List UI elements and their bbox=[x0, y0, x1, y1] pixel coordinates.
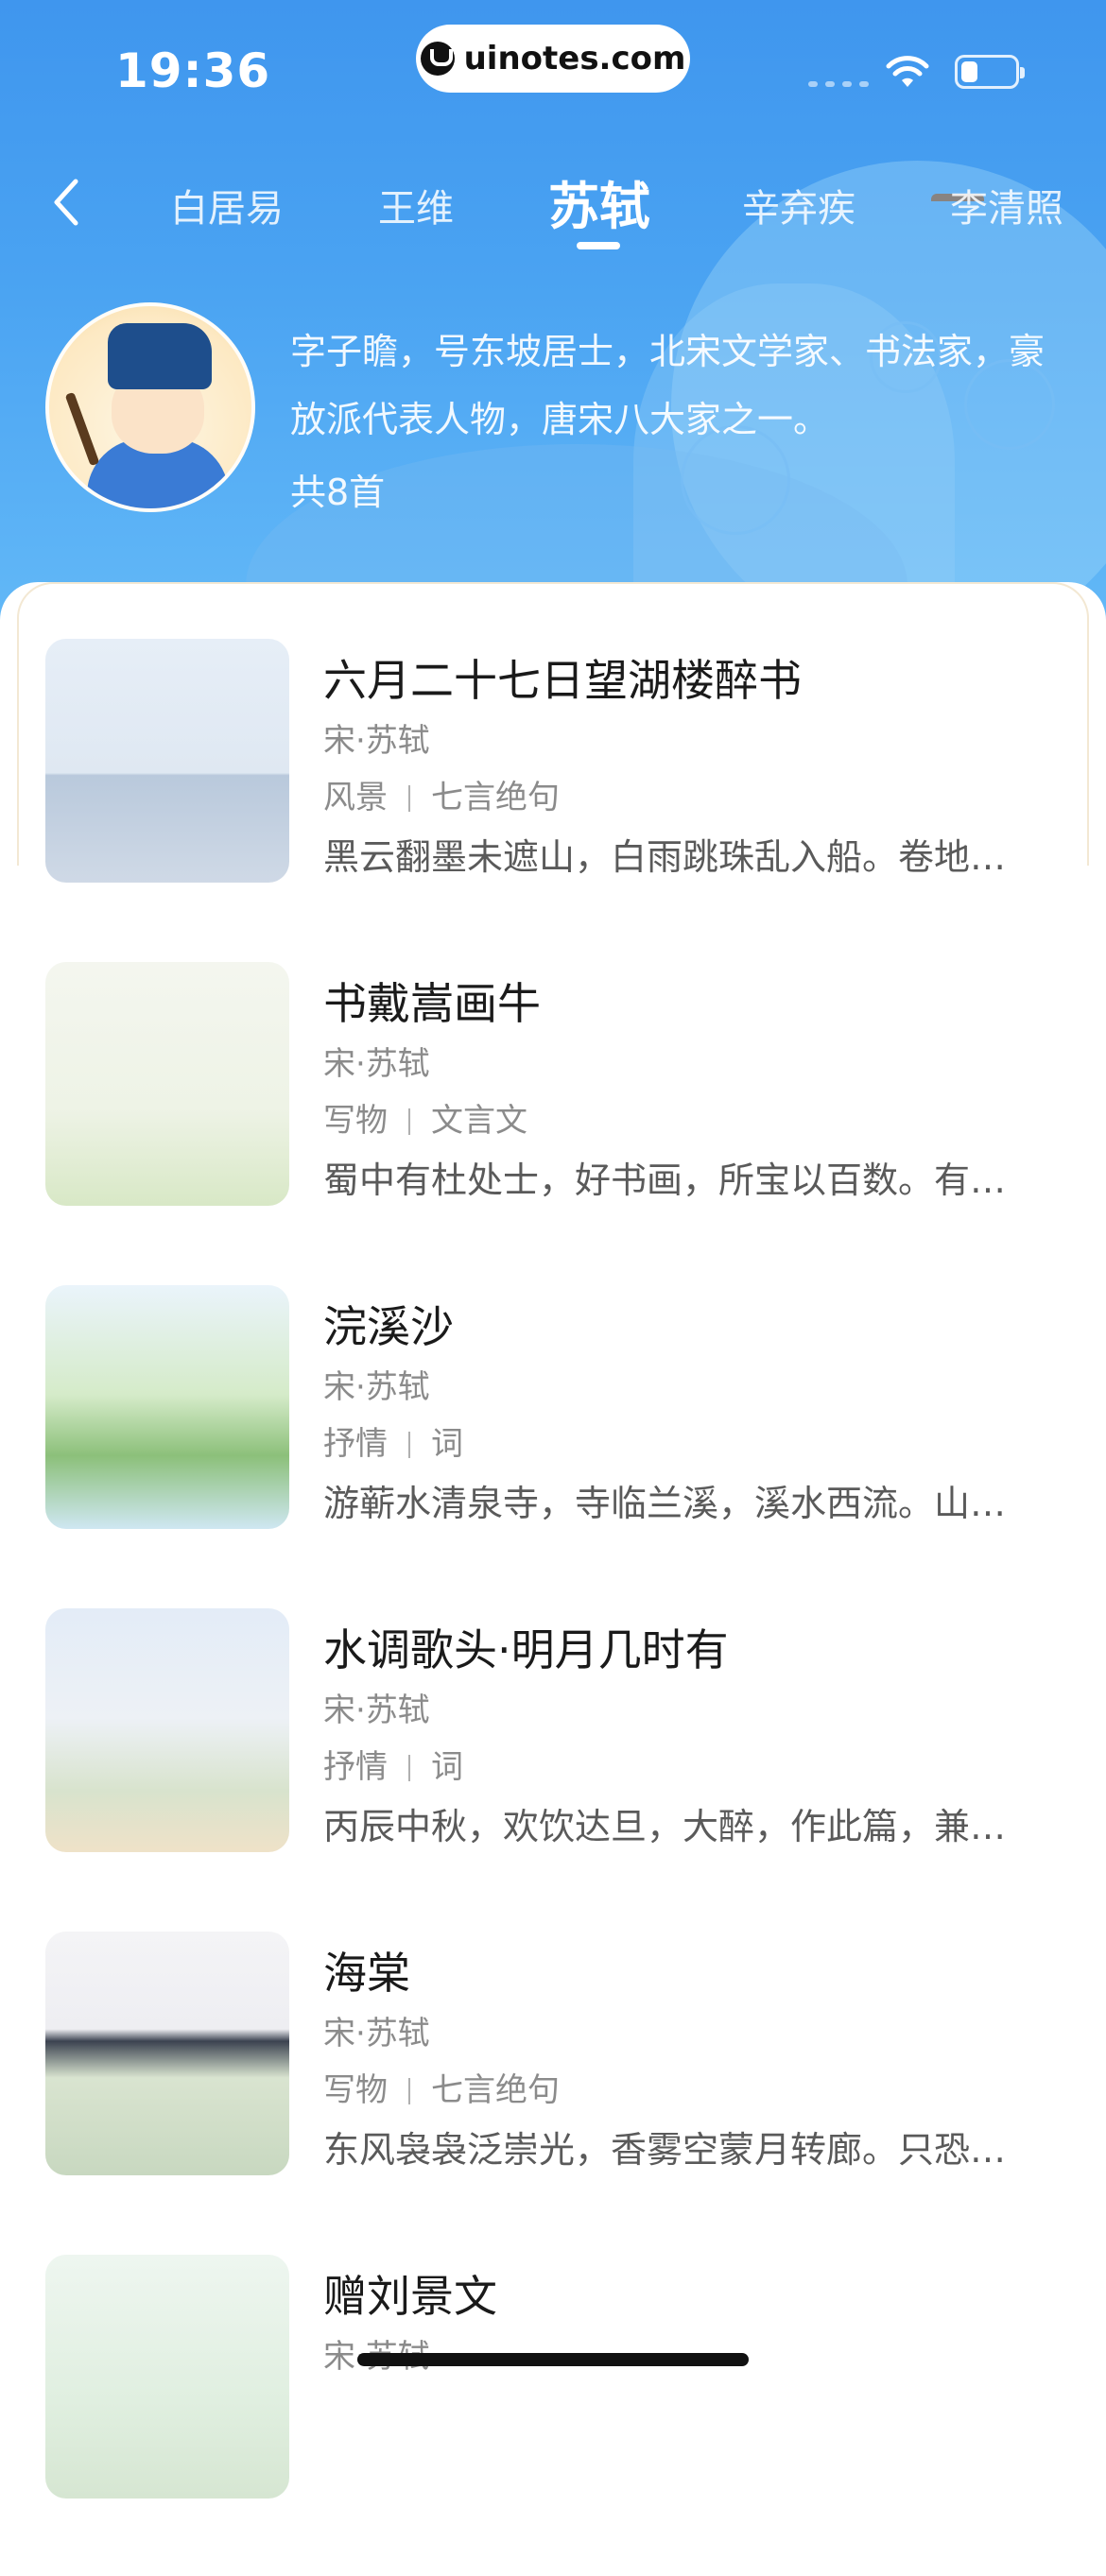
poem-count: 共8首 bbox=[290, 472, 386, 513]
poem-tags: 抒情 词 bbox=[323, 1417, 463, 1464]
poem-excerpt: 游蕲水清泉寺，寺临兰溪，溪水西流。山下兰芽短浸溪。 bbox=[323, 1483, 1042, 1524]
tag-divider bbox=[408, 785, 410, 812]
poem-list-item[interactable]: 赠刘景文宋·苏轼 bbox=[0, 2255, 1106, 2576]
poem-author: 宋·苏轼 bbox=[323, 1692, 430, 1729]
poem-author: 宋·苏轼 bbox=[323, 722, 430, 760]
poem-title: 六月二十七日望湖楼醉书 bbox=[323, 655, 802, 706]
url-pill[interactable]: uinotes.com bbox=[416, 25, 690, 93]
poem-tags: 写物 文言文 bbox=[323, 1094, 527, 1141]
tab-xin-qiji[interactable]: 辛弃疾 bbox=[742, 178, 855, 232]
status-bar: 19:36 uinotes.com bbox=[0, 0, 1106, 132]
status-time: 19:36 bbox=[115, 43, 271, 98]
poem-form: 词 bbox=[431, 1748, 463, 1786]
poem-excerpt: 丙辰中秋，欢饮达旦，大醉，作此篇，兼怀子由。 bbox=[323, 1806, 1042, 1847]
poem-list-item[interactable]: 书戴嵩画牛宋·苏轼写物 文言文蜀中有杜处士，好书画，所宝以百数。有戴嵩牛一轴，尤所… bbox=[0, 962, 1106, 1283]
poem-author: 宋·苏轼 bbox=[323, 2015, 430, 2052]
home-indicator bbox=[357, 2353, 749, 2366]
poem-excerpt: 东风袅袅泛崇光，香雾空蒙月转廊。只恐夜深花睡去。 bbox=[323, 2129, 1042, 2171]
poem-tags: 抒情 词 bbox=[323, 1741, 463, 1787]
poem-category: 风景 bbox=[323, 779, 388, 816]
tab-su-shi[interactable]: 苏轼 bbox=[548, 164, 650, 239]
tab-wang-wei[interactable]: 王维 bbox=[378, 178, 454, 232]
poem-title: 书戴嵩画牛 bbox=[323, 978, 541, 1029]
poem-tags: 写物 七言绝句 bbox=[323, 2064, 560, 2110]
uinotes-logo-icon bbox=[420, 42, 455, 76]
back-chevron-icon[interactable] bbox=[43, 174, 91, 231]
poem-form: 七言绝句 bbox=[431, 2071, 560, 2109]
poem-excerpt: 蜀中有杜处士，好书画，所宝以百数。有戴嵩牛一轴，尤所爱。 bbox=[323, 1159, 1042, 1201]
poem-tags: 风景 七言绝句 bbox=[323, 771, 560, 817]
poem-category: 写物 bbox=[323, 1102, 388, 1140]
battery-icon bbox=[955, 55, 1025, 89]
poem-author: 宋·苏轼 bbox=[323, 1368, 430, 1406]
tab-li-qingzhao[interactable]: 李清照 bbox=[950, 178, 1063, 232]
poem-author: 宋·苏轼 bbox=[323, 1045, 430, 1083]
poem-category: 抒情 bbox=[323, 1748, 388, 1786]
poem-list-item[interactable]: 海棠宋·苏轼写物 七言绝句东风袅袅泛崇光，香雾空蒙月转廊。只恐夜深花睡去。 bbox=[0, 1932, 1106, 2253]
poem-category: 抒情 bbox=[323, 1425, 388, 1463]
poem-form: 文言文 bbox=[431, 1102, 527, 1140]
poem-title: 赠刘景文 bbox=[323, 2271, 497, 2322]
poem-thumbnail bbox=[45, 1932, 289, 2175]
poem-thumbnail bbox=[45, 962, 289, 1206]
poem-form: 七言绝句 bbox=[431, 779, 560, 816]
tag-divider bbox=[408, 1108, 410, 1135]
poet-intro: 字子瞻，号东坡居士，北宋文学家、书法家，豪放派代表人物，唐宋八大家之一。 bbox=[290, 331, 1046, 440]
poem-title: 水调歌头·明月几时有 bbox=[323, 1624, 729, 1675]
poet-tabs: 白居易 王维 苏轼 辛弃疾 李清照 bbox=[0, 151, 1106, 255]
poem-form: 词 bbox=[431, 1425, 463, 1463]
poem-thumbnail bbox=[45, 1285, 289, 1529]
poet-avatar bbox=[45, 302, 255, 512]
poem-thumbnail bbox=[45, 2255, 289, 2499]
poem-title: 海棠 bbox=[323, 1948, 410, 1999]
tab-bai-juyi[interactable]: 白居易 bbox=[170, 178, 284, 232]
poem-category: 写物 bbox=[323, 2071, 388, 2109]
poem-thumbnail bbox=[45, 639, 289, 883]
wifi-icon bbox=[886, 56, 929, 87]
url-pill-label: uinotes.com bbox=[463, 40, 686, 77]
active-tab-indicator bbox=[577, 242, 620, 249]
signal-dots-icon bbox=[808, 81, 869, 87]
tag-divider bbox=[408, 1432, 410, 1458]
poem-excerpt: 黑云翻墨未遮山，白雨跳珠乱入船。卷地风来忽吹散，望湖楼下水如天。 bbox=[323, 836, 1042, 878]
poem-list-item[interactable]: 浣溪沙宋·苏轼抒情 词游蕲水清泉寺，寺临兰溪，溪水西流。山下兰芽短浸溪。 bbox=[0, 1285, 1106, 1606]
poem-thumbnail bbox=[45, 1608, 289, 1852]
tag-divider bbox=[408, 1755, 410, 1781]
tag-divider bbox=[408, 2078, 410, 2104]
poem-title: 浣溪沙 bbox=[323, 1301, 454, 1352]
poem-list-item[interactable]: 水调歌头·明月几时有宋·苏轼抒情 词丙辰中秋，欢饮达旦，大醉，作此篇，兼怀子由。 bbox=[0, 1608, 1106, 1930]
poem-list-item[interactable]: 六月二十七日望湖楼醉书宋·苏轼风景 七言绝句黑云翻墨未遮山，白雨跳珠乱入船。卷地风… bbox=[0, 639, 1106, 960]
